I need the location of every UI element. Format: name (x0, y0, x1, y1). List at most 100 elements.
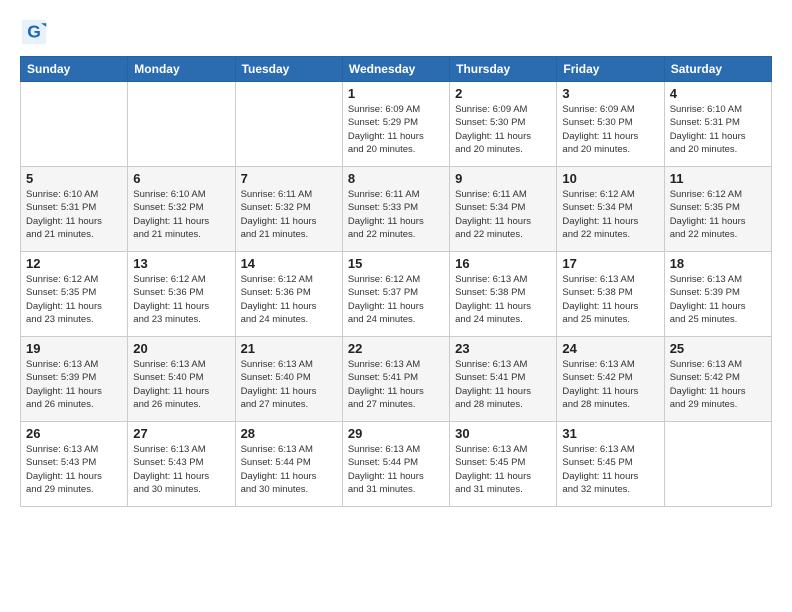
day-info: Sunrise: 6:13 AM Sunset: 5:44 PM Dayligh… (348, 443, 444, 496)
logo: G (20, 18, 52, 46)
day-number: 11 (670, 171, 766, 186)
calendar-cell: 13 Sunrise: 6:12 AM Sunset: 5:36 PM Dayli… (128, 252, 235, 337)
calendar: SundayMondayTuesdayWednesdayThursdayFrid… (20, 56, 772, 507)
day-number: 6 (133, 171, 229, 186)
calendar-cell: 10 Sunrise: 6:12 AM Sunset: 5:34 PM Dayli… (557, 167, 664, 252)
day-number: 22 (348, 341, 444, 356)
day-number: 9 (455, 171, 551, 186)
calendar-cell: 29 Sunrise: 6:13 AM Sunset: 5:44 PM Dayli… (342, 422, 449, 507)
calendar-cell: 26Sunrise: 6:13 AM Sunset: 5:43 PM Dayli… (21, 422, 128, 507)
day-info: Sunrise: 6:13 AM Sunset: 5:44 PM Dayligh… (241, 443, 337, 496)
day-info: Sunrise: 6:12 AM Sunset: 5:36 PM Dayligh… (133, 273, 229, 326)
day-number: 24 (562, 341, 658, 356)
day-number: 29 (348, 426, 444, 441)
calendar-week-2: 5 Sunrise: 6:10 AM Sunset: 5:31 PM Daylig… (21, 167, 772, 252)
day-info: Sunrise: 6:13 AM Sunset: 5:42 PM Dayligh… (562, 358, 658, 411)
calendar-week-1: 1 Sunrise: 6:09 AM Sunset: 5:29 PM Daylig… (21, 82, 772, 167)
calendar-week-5: 26 Sunrise: 6:13 AM Sunset: 5:43 PM Dayli… (21, 422, 772, 507)
day-info: Sunrise: 6:12 AM Sunset: 5:35 PM Dayligh… (26, 273, 122, 326)
calendar-header-row: SundayMondayTuesdayWednesdayThursdayFrid… (21, 57, 772, 82)
day-header-thursday: Thursday (450, 57, 557, 82)
day-info: Sunrise: 6:13 AM Sunset: 5:38 PM Dayligh… (455, 273, 551, 326)
logo-icon: G (20, 18, 48, 46)
day-info: Sunrise: 6:10 AM Sunset: 5:31 PM Dayligh… (26, 188, 122, 241)
calendar-cell: 25 Sunrise: 6:13 AM Sunset: 5:42 PM Dayli… (664, 337, 771, 422)
calendar-cell: 9 Sunrise: 6:11 AM Sunset: 5:34 PM Daylig… (450, 167, 557, 252)
day-info: Sunrise: 6:09 AM Sunset: 5:29 PM Dayligh… (348, 103, 444, 156)
day-number: 14 (241, 256, 337, 271)
day-number: 10 (562, 171, 658, 186)
day-info: Sunrise: 6:09 AM Sunset: 5:30 PM Dayligh… (562, 103, 658, 156)
calendar-cell: 6 Sunrise: 6:10 AM Sunset: 5:32 PM Daylig… (128, 167, 235, 252)
calendar-cell: 4Sunrise: 6:10 AM Sunset: 5:31 PM Daylig… (664, 82, 771, 167)
calendar-cell: 27 Sunrise: 6:13 AM Sunset: 5:43 PM Dayli… (128, 422, 235, 507)
day-info: Sunrise: 6:12 AM Sunset: 5:35 PM Dayligh… (670, 188, 766, 241)
calendar-body: 1 Sunrise: 6:09 AM Sunset: 5:29 PM Daylig… (21, 82, 772, 507)
calendar-cell (21, 82, 128, 167)
calendar-cell (664, 422, 771, 507)
day-number: 17 (562, 256, 658, 271)
calendar-cell: 31Sunrise: 6:13 AM Sunset: 5:45 PM Dayli… (557, 422, 664, 507)
day-number: 3 (562, 86, 658, 101)
calendar-cell: 15 Sunrise: 6:12 AM Sunset: 5:37 PM Dayli… (342, 252, 449, 337)
calendar-cell: 3 Sunrise: 6:09 AM Sunset: 5:30 PM Daylig… (557, 82, 664, 167)
day-header-monday: Monday (128, 57, 235, 82)
calendar-cell: 30Sunrise: 6:13 AM Sunset: 5:45 PM Dayli… (450, 422, 557, 507)
calendar-cell: 8Sunrise: 6:11 AM Sunset: 5:33 PM Daylig… (342, 167, 449, 252)
day-number: 23 (455, 341, 551, 356)
calendar-week-4: 19Sunrise: 6:13 AM Sunset: 5:39 PM Dayli… (21, 337, 772, 422)
calendar-cell: 5 Sunrise: 6:10 AM Sunset: 5:31 PM Daylig… (21, 167, 128, 252)
day-number: 2 (455, 86, 551, 101)
calendar-cell: 14 Sunrise: 6:12 AM Sunset: 5:36 PM Dayli… (235, 252, 342, 337)
svg-text:G: G (27, 21, 41, 41)
day-number: 15 (348, 256, 444, 271)
day-info: Sunrise: 6:13 AM Sunset: 5:40 PM Dayligh… (133, 358, 229, 411)
calendar-cell: 11 Sunrise: 6:12 AM Sunset: 5:35 PM Dayli… (664, 167, 771, 252)
day-info: Sunrise: 6:10 AM Sunset: 5:32 PM Dayligh… (133, 188, 229, 241)
calendar-cell: 17 Sunrise: 6:13 AM Sunset: 5:38 PM Dayli… (557, 252, 664, 337)
day-info: Sunrise: 6:10 AM Sunset: 5:31 PM Dayligh… (670, 103, 766, 156)
calendar-week-3: 12 Sunrise: 6:12 AM Sunset: 5:35 PM Dayli… (21, 252, 772, 337)
day-info: Sunrise: 6:11 AM Sunset: 5:34 PM Dayligh… (455, 188, 551, 241)
day-info: Sunrise: 6:13 AM Sunset: 5:38 PM Dayligh… (562, 273, 658, 326)
day-info: Sunrise: 6:13 AM Sunset: 5:39 PM Dayligh… (670, 273, 766, 326)
day-number: 27 (133, 426, 229, 441)
day-info: Sunrise: 6:13 AM Sunset: 5:43 PM Dayligh… (133, 443, 229, 496)
calendar-cell: 21Sunrise: 6:13 AM Sunset: 5:40 PM Dayli… (235, 337, 342, 422)
calendar-cell: 28 Sunrise: 6:13 AM Sunset: 5:44 PM Dayli… (235, 422, 342, 507)
day-info: Sunrise: 6:12 AM Sunset: 5:34 PM Dayligh… (562, 188, 658, 241)
page: G SundayMondayTuesdayWednesdayThursdayFr… (0, 0, 792, 612)
day-number: 28 (241, 426, 337, 441)
day-number: 19 (26, 341, 122, 356)
day-info: Sunrise: 6:13 AM Sunset: 5:45 PM Dayligh… (455, 443, 551, 496)
day-number: 12 (26, 256, 122, 271)
day-number: 7 (241, 171, 337, 186)
day-info: Sunrise: 6:13 AM Sunset: 5:41 PM Dayligh… (348, 358, 444, 411)
day-number: 25 (670, 341, 766, 356)
day-number: 5 (26, 171, 122, 186)
day-info: Sunrise: 6:11 AM Sunset: 5:32 PM Dayligh… (241, 188, 337, 241)
calendar-cell: 24 Sunrise: 6:13 AM Sunset: 5:42 PM Dayli… (557, 337, 664, 422)
calendar-cell: 12 Sunrise: 6:12 AM Sunset: 5:35 PM Dayli… (21, 252, 128, 337)
header: G (20, 18, 772, 46)
day-info: Sunrise: 6:09 AM Sunset: 5:30 PM Dayligh… (455, 103, 551, 156)
day-header-wednesday: Wednesday (342, 57, 449, 82)
day-number: 13 (133, 256, 229, 271)
calendar-cell: 7 Sunrise: 6:11 AM Sunset: 5:32 PM Daylig… (235, 167, 342, 252)
calendar-cell: 1 Sunrise: 6:09 AM Sunset: 5:29 PM Daylig… (342, 82, 449, 167)
day-info: Sunrise: 6:11 AM Sunset: 5:33 PM Dayligh… (348, 188, 444, 241)
day-header-tuesday: Tuesday (235, 57, 342, 82)
day-number: 26 (26, 426, 122, 441)
calendar-cell (128, 82, 235, 167)
calendar-cell: 16Sunrise: 6:13 AM Sunset: 5:38 PM Dayli… (450, 252, 557, 337)
day-info: Sunrise: 6:13 AM Sunset: 5:41 PM Dayligh… (455, 358, 551, 411)
day-number: 21 (241, 341, 337, 356)
day-number: 1 (348, 86, 444, 101)
day-number: 18 (670, 256, 766, 271)
day-info: Sunrise: 6:13 AM Sunset: 5:42 PM Dayligh… (670, 358, 766, 411)
day-info: Sunrise: 6:12 AM Sunset: 5:37 PM Dayligh… (348, 273, 444, 326)
calendar-cell: 18 Sunrise: 6:13 AM Sunset: 5:39 PM Dayli… (664, 252, 771, 337)
calendar-cell (235, 82, 342, 167)
calendar-cell: 22 Sunrise: 6:13 AM Sunset: 5:41 PM Dayli… (342, 337, 449, 422)
day-info: Sunrise: 6:12 AM Sunset: 5:36 PM Dayligh… (241, 273, 337, 326)
